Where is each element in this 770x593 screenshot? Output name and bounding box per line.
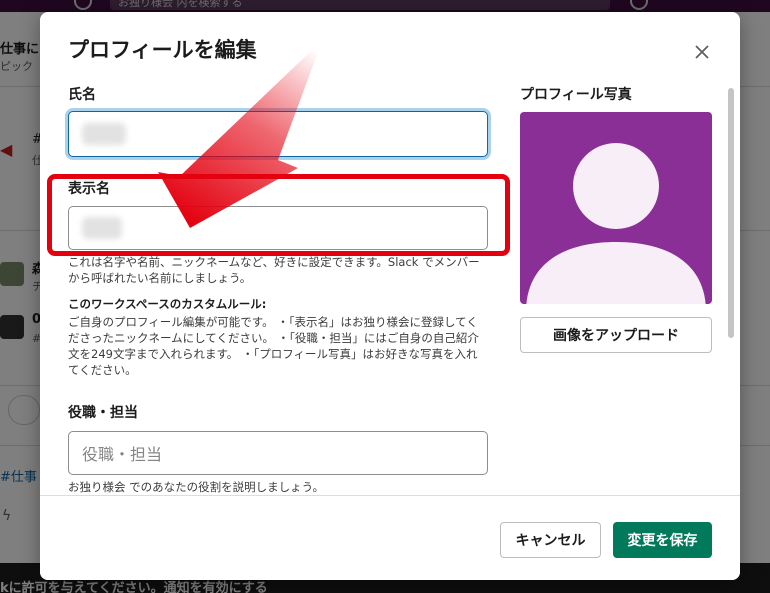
display-name-help: これは名字や名前、ニックネームなど、好きに設定できます。Slack でメンバーか… <box>68 255 480 285</box>
scrollbar[interactable] <box>728 88 734 338</box>
title-label: 役職・担当 <box>68 405 138 421</box>
edit-profile-modal: プロフィールを編集 氏名 表示名 これは名字や名前、ニックネームなど、好きに設定… <box>40 12 740 580</box>
save-button[interactable]: 変更を保存 <box>613 522 712 558</box>
custom-rule-body: ご自身のプロフィール編集が可能です。 ・「表示名」はお独り様会に登録してくださっ… <box>68 315 479 377</box>
default-avatar-icon <box>526 143 706 304</box>
upload-image-button[interactable]: 画像をアップロード <box>520 317 712 353</box>
profile-photo <box>520 112 712 304</box>
full-name-value-redacted <box>82 123 126 145</box>
title-help: お独り様会 でのあなたの役割を説明しましょう。 <box>68 480 324 494</box>
close-icon <box>695 45 709 59</box>
modal-footer: キャンセル 変更を保存 <box>40 495 740 580</box>
modal-title: プロフィールを編集 <box>68 38 257 62</box>
title-placeholder: 役職・担当 <box>82 445 163 464</box>
cancel-button[interactable]: キャンセル <box>500 522 601 558</box>
highlight-box <box>47 174 510 256</box>
profile-photo-label: プロフィール写真 <box>520 87 632 103</box>
close-button[interactable] <box>688 38 716 66</box>
title-field[interactable]: 役職・担当 <box>68 431 488 475</box>
full-name-field[interactable] <box>68 111 488 157</box>
full-name-label: 氏名 <box>68 87 96 103</box>
custom-rule-title: このワークスペースのカスタムルール: <box>68 297 267 311</box>
